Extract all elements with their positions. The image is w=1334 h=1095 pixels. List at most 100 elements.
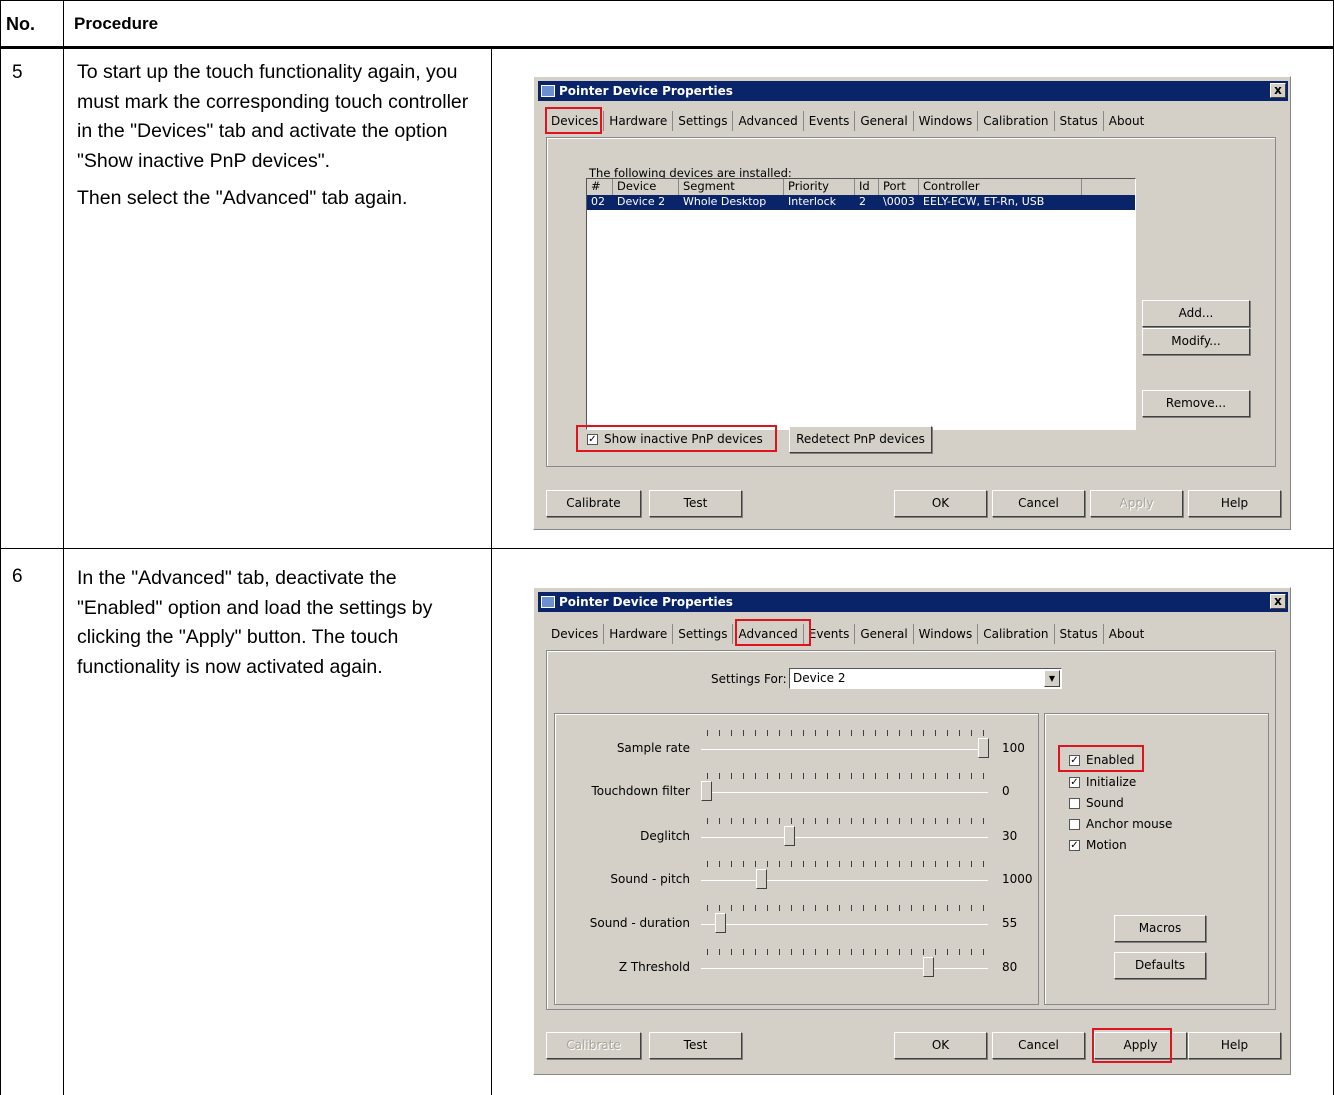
remove-button[interactable]: Remove...: [1142, 390, 1250, 417]
tab-calibration[interactable]: Calibration: [977, 624, 1053, 644]
slider-thumb[interactable]: [715, 913, 726, 933]
chevron-down-icon[interactable]: ▼: [1044, 670, 1060, 687]
add-button[interactable]: Add...: [1142, 300, 1250, 327]
table-border-top: [0, 0, 1334, 1]
tab-status[interactable]: Status: [1053, 624, 1103, 644]
tab-status[interactable]: Status: [1053, 111, 1103, 131]
device-list[interactable]: # Device Segment Priority Id Port Contro…: [586, 178, 1136, 430]
option-label: Anchor mouse: [1086, 817, 1173, 831]
device-list-header: # Device Segment Priority Id Port Contro…: [587, 179, 1135, 195]
tab-windows[interactable]: Windows: [912, 111, 978, 131]
slider-label: Sound - pitch: [610, 872, 690, 886]
table-row-rule: [0, 548, 1334, 549]
tab-general[interactable]: General: [854, 111, 912, 131]
tab-events[interactable]: Events: [802, 624, 855, 644]
column-segment[interactable]: Segment: [679, 179, 784, 195]
modify-button[interactable]: Modify...: [1142, 328, 1250, 355]
table-col-rule-1: [63, 0, 64, 1095]
table-border-left: [0, 0, 1, 1095]
column-number[interactable]: #: [587, 179, 613, 195]
slider-thumb[interactable]: [701, 781, 712, 801]
device-cell: EELY-ECW, ET-Rn, USB: [923, 195, 1045, 208]
slider-thumb[interactable]: [978, 738, 989, 758]
column-id[interactable]: Id: [855, 179, 879, 195]
option-anchor-mouse[interactable]: Anchor mouse: [1069, 817, 1172, 831]
apply-button[interactable]: Apply: [1094, 1032, 1187, 1059]
slider-label: Deglitch: [640, 829, 690, 843]
calibrate-button[interactable]: Calibrate: [546, 1032, 641, 1059]
tab-settings[interactable]: Settings: [672, 624, 732, 644]
slider-track[interactable]: [701, 968, 988, 969]
slider-thumb[interactable]: [784, 826, 795, 846]
slider-thumb[interactable]: [923, 957, 934, 977]
device-cell: Interlock: [788, 195, 837, 208]
tab-about[interactable]: About: [1102, 624, 1149, 644]
option-initialize[interactable]: ✓ Initialize: [1069, 775, 1136, 789]
slider-value: 1000: [1002, 872, 1033, 886]
settings-for-select[interactable]: Device 2 ▼: [789, 668, 1062, 689]
column-controller[interactable]: Controller: [919, 179, 1082, 195]
redetect-pnp-button[interactable]: Redetect PnP devices: [789, 426, 932, 453]
slider-track[interactable]: [701, 749, 988, 750]
tab-about[interactable]: About: [1102, 111, 1149, 131]
column-priority[interactable]: Priority: [784, 179, 855, 195]
tab-events[interactable]: Events: [802, 111, 855, 131]
cancel-button[interactable]: Cancel: [992, 1032, 1085, 1059]
pointer-device-dialog-devices: Pointer Device Properties x Devices Hard…: [533, 76, 1291, 530]
help-button[interactable]: Help: [1188, 490, 1281, 517]
ok-button[interactable]: OK: [894, 490, 987, 517]
apply-button[interactable]: Apply: [1090, 490, 1183, 517]
step-description: In the "Advanced" tab, deactivate the "E…: [77, 564, 487, 690]
step-paragraph: To start up the touch functionality agai…: [77, 61, 469, 172]
step-number: 5: [12, 62, 23, 83]
cancel-button[interactable]: Cancel: [992, 490, 1085, 517]
column-port[interactable]: Port: [879, 179, 919, 195]
checkbox-icon: ✓: [1069, 755, 1080, 766]
option-label: Sound: [1086, 796, 1124, 810]
slider-label: Sample rate: [616, 741, 690, 755]
slider-track[interactable]: [701, 924, 988, 925]
option-motion[interactable]: ✓ Motion: [1069, 838, 1127, 852]
slider-label: Sound - duration: [589, 916, 690, 930]
slider-ticks: [707, 949, 984, 955]
device-cell: Device 2: [617, 195, 666, 208]
slider-ticks: [707, 773, 984, 779]
tab-devices[interactable]: Devices: [546, 111, 603, 131]
test-button[interactable]: Test: [649, 490, 742, 517]
tab-advanced[interactable]: Advanced: [732, 624, 802, 644]
close-button[interactable]: x: [1270, 594, 1286, 609]
device-cell: Whole Desktop: [683, 195, 767, 208]
slider-track[interactable]: [701, 792, 988, 793]
column-device[interactable]: Device: [613, 179, 679, 195]
defaults-button[interactable]: Defaults: [1114, 952, 1206, 979]
tab-calibration[interactable]: Calibration: [977, 111, 1053, 131]
option-enabled[interactable]: ✓ Enabled: [1069, 753, 1135, 767]
tab-hardware[interactable]: Hardware: [603, 624, 672, 644]
tab-advanced[interactable]: Advanced: [732, 111, 802, 131]
step-number: 6: [12, 566, 23, 587]
step-description: To start up the touch functionality agai…: [77, 58, 487, 222]
pointer-device-dialog-advanced: Pointer Device Properties x Devices Hard…: [533, 587, 1291, 1075]
slider-thumb[interactable]: [756, 869, 767, 889]
test-button[interactable]: Test: [649, 1032, 742, 1059]
tab-devices[interactable]: Devices: [546, 624, 603, 644]
tab-general[interactable]: General: [854, 624, 912, 644]
slider-track[interactable]: [701, 880, 988, 881]
settings-for-label: Settings For:: [711, 672, 787, 686]
tab-settings[interactable]: Settings: [672, 111, 732, 131]
close-button[interactable]: x: [1270, 83, 1286, 98]
show-inactive-checkbox[interactable]: ✓ Show inactive PnP devices: [587, 432, 763, 446]
tab-hardware[interactable]: Hardware: [603, 111, 672, 131]
tab-windows[interactable]: Windows: [912, 624, 978, 644]
slider-value: 80: [1002, 960, 1018, 974]
slider-track[interactable]: [701, 837, 988, 838]
show-inactive-label: Show inactive PnP devices: [604, 432, 763, 446]
calibrate-button[interactable]: Calibrate: [546, 490, 641, 517]
macros-button[interactable]: Macros: [1114, 915, 1206, 942]
ok-button[interactable]: OK: [894, 1032, 987, 1059]
option-sound[interactable]: Sound: [1069, 796, 1124, 810]
pointer-device-icon: [541, 85, 555, 97]
slider-label: Z Threshold: [618, 960, 690, 974]
device-row[interactable]: 02 Device 2 Whole Desktop Interlock 2 \0…: [587, 195, 1135, 210]
help-button[interactable]: Help: [1188, 1032, 1281, 1059]
